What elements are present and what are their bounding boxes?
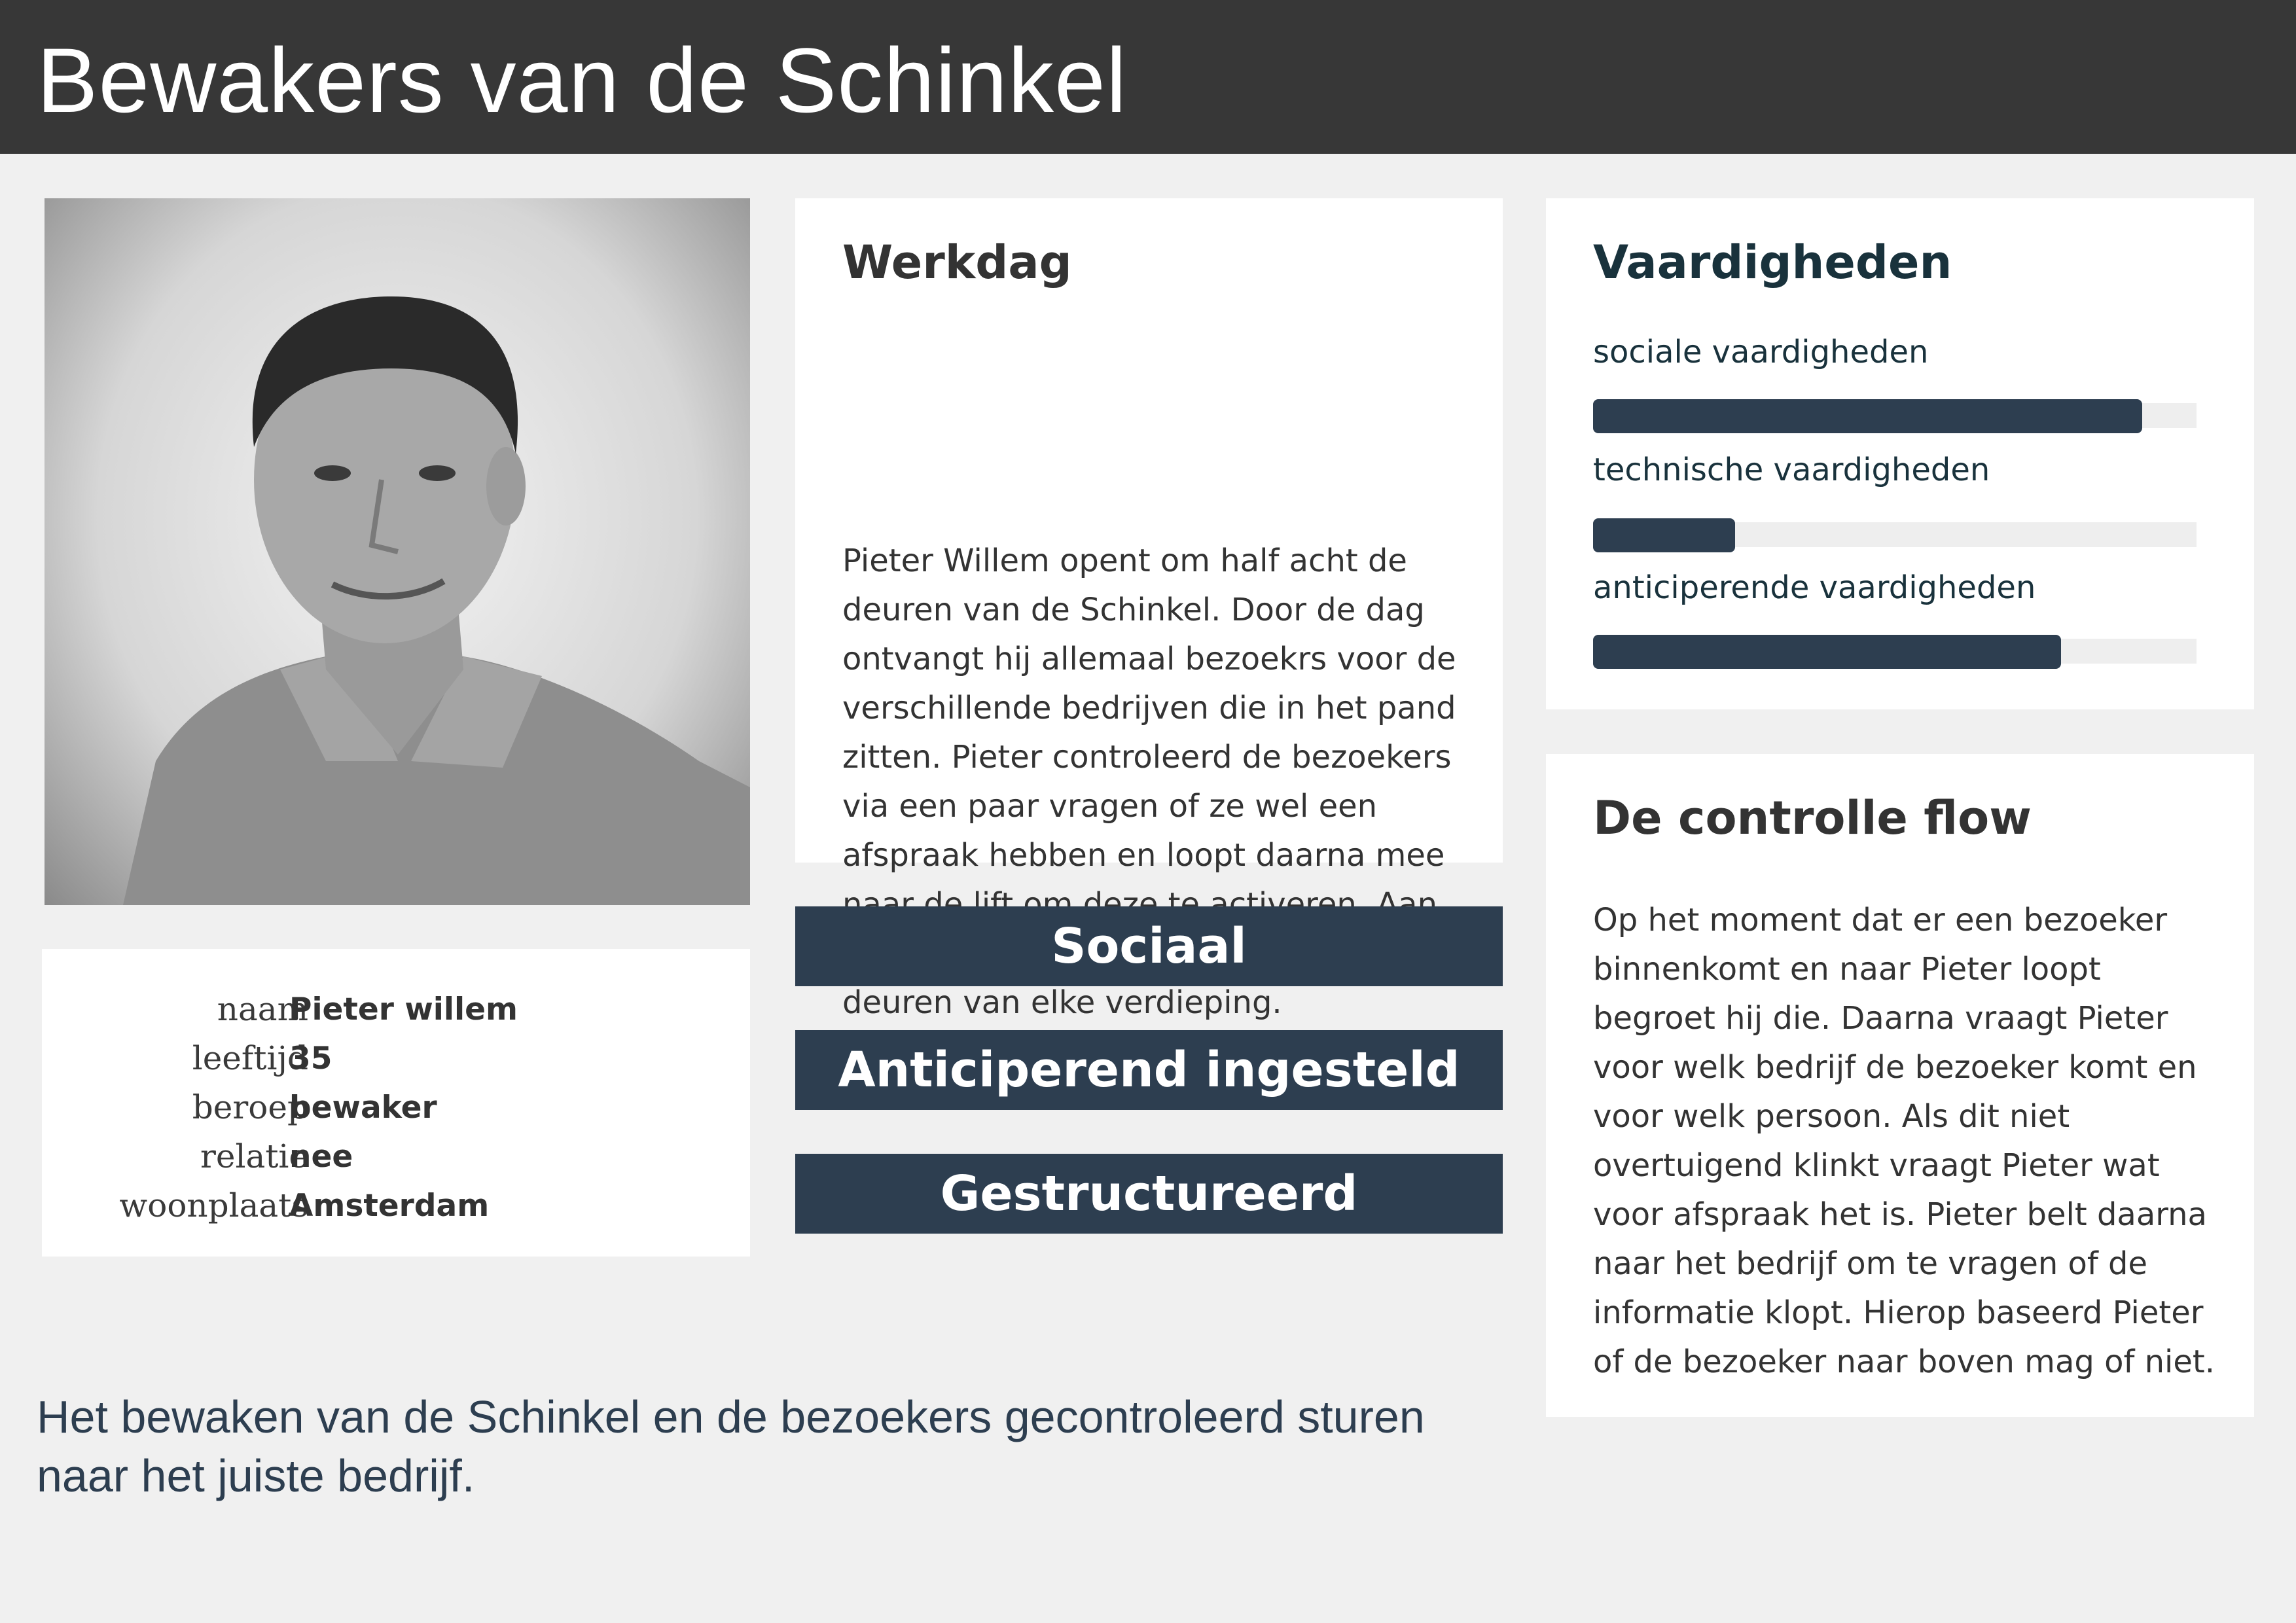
profile-value: nee <box>289 1139 353 1175</box>
profile-row-beroep: beroep bewaker <box>42 1083 750 1132</box>
profile-card: naam Pieter willem leeftijd 35 beroep be… <box>42 949 750 1257</box>
skill-track <box>1593 518 2197 552</box>
portrait-photo <box>45 198 750 905</box>
page-header: Bewakers van de Schinkel <box>0 0 2296 154</box>
summary-text: Het bewaken van de Schinkel en de bezoek… <box>37 1391 1425 1501</box>
profile-row-relatie: relatie nee <box>42 1132 750 1181</box>
skill-name: sociale vaardigheden <box>1593 334 1929 370</box>
profile-row-leeftijd: leeftijd 35 <box>42 1034 750 1083</box>
profile-value: Amsterdam <box>289 1188 490 1224</box>
profile-row-naam: naam Pieter willem <box>42 985 750 1034</box>
skill-bar <box>1593 399 2143 433</box>
profile-value: 35 <box>289 1041 332 1077</box>
profile-value: Pieter willem <box>289 991 518 1027</box>
flow-title: De controlle flow <box>1593 791 2032 845</box>
skills-title: Vaardigheden <box>1593 236 1952 289</box>
werkdag-title: Werkdag <box>842 236 1072 289</box>
flow-text: Op het moment dat er een bezoeker binnen… <box>1593 902 2215 1380</box>
skill-track <box>1593 635 2197 669</box>
trait-badge: Anticiperend ingesteld <box>795 1030 1503 1110</box>
skill-bar <box>1593 518 1735 552</box>
trait-badge: Sociaal <box>795 906 1503 986</box>
page-title: Bewakers van de Schinkel <box>37 29 1127 132</box>
skill-name: technische vaardigheden <box>1593 452 1990 488</box>
profile-label: woonplaats <box>119 1186 308 1224</box>
skill-name: anticiperende vaardigheden <box>1593 569 2036 606</box>
skill-track <box>1593 399 2197 433</box>
skill-bar <box>1593 635 2061 669</box>
profile-row-woonplaats: woonplaats Amsterdam <box>42 1181 750 1230</box>
werkdag-card: Werkdag Pieter Willem opent om half acht… <box>795 198 1503 1021</box>
trait-badge: Gestructureerd <box>795 1154 1503 1234</box>
profile-value: bewaker <box>289 1090 437 1126</box>
flow-card: De controlle flow Op het moment dat er e… <box>1546 754 2254 1417</box>
